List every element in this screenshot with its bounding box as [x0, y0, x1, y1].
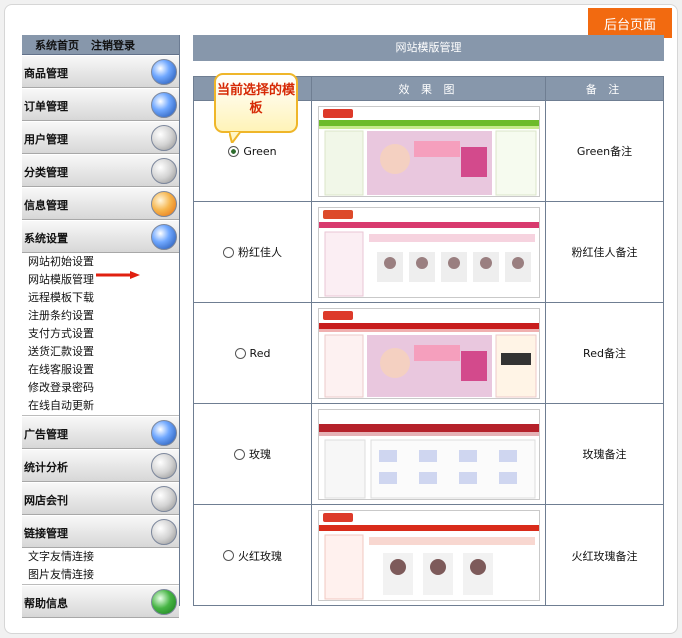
template-note: Red备注 — [583, 347, 626, 360]
sidebar-section-title: 帮助信息 — [24, 597, 68, 610]
sidebar-section-title: 商品管理 — [24, 67, 68, 80]
sidebar-section-title: 信息管理 — [24, 199, 68, 212]
sidebar-item-text-links[interactable]: 文字友情连接 — [22, 548, 179, 566]
arrow-icon — [151, 158, 177, 184]
red-arrow-icon — [96, 271, 140, 279]
table-row: Red Red备注 — [194, 303, 663, 404]
sidebar-section-categories[interactable]: 分类管理 — [22, 154, 179, 187]
current-template-callout: 当前选择的模板 — [214, 73, 298, 133]
system-home-link[interactable]: 系统首页 — [35, 37, 79, 53]
callout-tail-icon — [229, 131, 241, 143]
template-note: 火红玫瑰备注 — [571, 549, 638, 563]
sidebar-item-customer-service[interactable]: 在线客服设置 — [22, 361, 179, 379]
sidebar-item-payment[interactable]: 支付方式设置 — [22, 325, 179, 343]
sidebar-item-delivery[interactable]: 送货汇款设置 — [22, 343, 179, 361]
template-name: 玫瑰 — [249, 448, 271, 461]
gear-icon — [151, 519, 177, 545]
sidebar-section-links[interactable]: 链接管理 — [22, 515, 179, 548]
sidebar-section-title: 订单管理 — [24, 100, 68, 113]
radio-button[interactable] — [234, 448, 245, 460]
sidebar-section-orders[interactable]: 订单管理 — [22, 88, 179, 121]
template-name: 火红玫瑰 — [238, 549, 282, 563]
orange-ball-icon — [151, 191, 177, 217]
template-radio-red[interactable]: Red — [234, 346, 271, 360]
sidebar-section-products[interactable]: 商品管理 — [22, 55, 179, 88]
sidebar-section-users[interactable]: 用户管理 — [22, 121, 179, 154]
sidebar: 系统首页 注销登录 商品管理 订单管理 用户管理 分类管理 信息管理 系统设置 … — [22, 35, 180, 618]
clock-icon — [151, 125, 177, 151]
template-note: 粉红佳人备注 — [571, 246, 638, 259]
globe-icon — [151, 420, 177, 446]
template-name: Red — [249, 346, 271, 360]
template-preview-rose — [317, 408, 540, 500]
template-radio-fire-rose[interactable]: 火红玫瑰 — [223, 548, 282, 564]
template-preview-image — [318, 511, 539, 600]
template-preview-image — [318, 409, 539, 499]
sidebar-section-system[interactable]: 系统设置 — [22, 220, 179, 253]
sidebar-section-title: 分类管理 — [24, 166, 68, 179]
template-preview-red — [317, 307, 540, 399]
sidebar-item-remote-template[interactable]: 远程模板下载 — [22, 289, 179, 307]
template-preview-pink — [317, 206, 540, 298]
table-row: 火红玫瑰 火红玫瑰备注 — [194, 505, 663, 606]
document-icon — [151, 486, 177, 512]
sidebar-item-register-terms[interactable]: 注册条约设置 — [22, 307, 179, 325]
template-preview-fire-rose — [317, 510, 540, 601]
sidebar-section-stats[interactable]: 统计分析 — [22, 449, 179, 482]
sidebar-section-title: 用户管理 — [24, 133, 68, 146]
radio-button[interactable] — [223, 550, 234, 561]
sidebar-item-password[interactable]: 修改登录密码 — [22, 379, 179, 397]
sidebar-section-title: 网店会刊 — [24, 494, 68, 507]
template-name: 粉红佳人 — [238, 246, 282, 259]
radio-button[interactable] — [223, 246, 234, 258]
column-header-note: 备 注 — [585, 82, 624, 96]
template-preview-green — [317, 105, 540, 197]
sidebar-section-info[interactable]: 信息管理 — [22, 187, 179, 220]
help-icon — [151, 589, 177, 615]
sidebar-section-newsletter[interactable]: 网店会刊 — [22, 482, 179, 515]
table-row: 粉红佳人 粉红佳人备注 — [194, 202, 663, 303]
top-nav: 系统首页 注销登录 — [22, 35, 179, 55]
template-note: Green备注 — [576, 145, 633, 158]
template-preview-image — [318, 106, 539, 196]
sidebar-item-image-links[interactable]: 图片友情连接 — [22, 566, 179, 584]
template-note: 玫瑰备注 — [582, 448, 627, 461]
template-radio-pink[interactable]: 粉红佳人 — [223, 244, 282, 260]
template-preview-image — [318, 207, 539, 297]
pin-icon — [151, 59, 177, 85]
radio-button[interactable] — [234, 347, 246, 359]
globe-icon — [151, 92, 177, 118]
template-name: Green — [243, 144, 277, 158]
column-header-preview: 效 果 图 — [312, 77, 546, 100]
sidebar-item-auto-update[interactable]: 在线自动更新 — [22, 397, 179, 415]
sidebar-section-title: 链接管理 — [24, 527, 68, 540]
template-radio-green[interactable]: Green — [228, 144, 277, 158]
table-row: 玫瑰 玫瑰备注 — [194, 404, 663, 505]
search-icon — [151, 224, 177, 250]
sidebar-item-site-init[interactable]: 网站初始设置 — [22, 253, 179, 271]
links-menu: 文字友情连接 图片友情连接 — [22, 548, 179, 585]
page-title: 网站模版管理 — [193, 35, 664, 61]
sidebar-section-title: 统计分析 — [24, 461, 68, 474]
sidebar-section-title: 系统设置 — [24, 232, 68, 245]
sidebar-section-ads[interactable]: 广告管理 — [22, 416, 179, 449]
logout-link[interactable]: 注销登录 — [91, 37, 135, 53]
template-table: 效 果 图 备 注 Green Green备注 粉红佳人 粉红佳人备注 Red … — [193, 76, 664, 606]
radio-button[interactable] — [228, 145, 240, 157]
sidebar-section-help[interactable]: 帮助信息 — [22, 585, 179, 618]
template-preview-image — [318, 308, 539, 398]
windows-icon — [151, 453, 177, 479]
template-radio-rose[interactable]: 玫瑰 — [234, 446, 271, 462]
sidebar-section-title: 广告管理 — [24, 428, 68, 441]
backend-page-tag: 后台页面 — [588, 8, 672, 38]
